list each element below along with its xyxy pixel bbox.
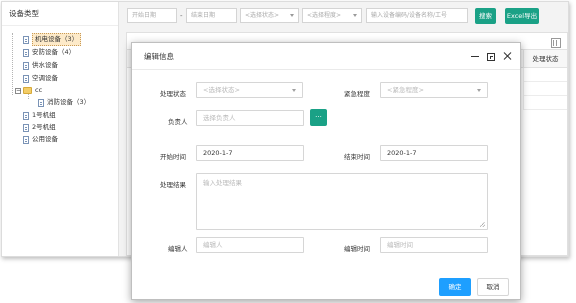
cancel-button[interactable]: 取消 — [477, 278, 509, 296]
tree-item-label: 1号机组 — [32, 111, 56, 119]
start-time-label: 开始时间 — [160, 153, 186, 161]
minimize-icon[interactable] — [470, 51, 480, 61]
resize-grip-icon[interactable] — [480, 222, 485, 227]
urgency-label: 紧急程度 — [344, 90, 370, 98]
editor-input[interactable]: 编辑人 — [196, 237, 304, 253]
table-row[interactable] — [523, 96, 567, 110]
result-label: 处理结果 — [160, 181, 186, 189]
tree-item-label: 供水设备 — [32, 61, 58, 69]
owner-input[interactable]: 选择负责人 — [196, 110, 304, 126]
sidebar: 设备类型 机电设备（3） 安防设备（4） 供水设备 空调设备 − cc 消防设备… — [2, 2, 119, 256]
tree-item-label: 消防设备（3） — [47, 98, 91, 106]
tree-item-electromechanical[interactable]: 机电设备（3） — [23, 33, 82, 46]
file-icon — [23, 48, 29, 57]
owner-label: 负责人 — [168, 118, 188, 126]
tree-item-public[interactable]: 公用设备 — [23, 134, 58, 145]
columns-toggle-icon[interactable] — [551, 38, 561, 48]
end-date-input[interactable]: 结束日期 — [186, 8, 237, 23]
status-select[interactable]: <选择状态> — [240, 8, 299, 23]
editor-label: 编辑人 — [168, 245, 188, 253]
maximize-icon[interactable] — [487, 52, 495, 61]
result-placeholder: 输入处理结果 — [203, 179, 242, 187]
close-icon[interactable] — [502, 51, 512, 61]
tree-item-label: 机电设备（3） — [32, 33, 82, 46]
file-icon — [38, 98, 44, 107]
sidebar-title: 设备类型 — [2, 2, 118, 26]
tree-item-security[interactable]: 安防设备（4） — [23, 47, 75, 58]
file-icon — [23, 135, 29, 144]
keyword-input[interactable]: 输入设备编码/设备名称/工号 — [366, 8, 468, 23]
file-icon — [23, 74, 29, 83]
end-time-label: 结束时间 — [344, 153, 370, 161]
tree-item-label: 安防设备（4） — [32, 48, 76, 56]
tree-item-unit-1[interactable]: 1号机组 — [23, 110, 56, 121]
file-icon — [23, 61, 29, 70]
table-row[interactable] — [523, 68, 567, 82]
date-separator: - — [180, 12, 183, 20]
tree-item-unit-2[interactable]: 2号机组 — [23, 122, 56, 133]
edit-info-dialog: 编辑信息 处理状态 <选择状态> 紧急程度 <紧急程度> 负责人 选择负责人 .… — [131, 42, 521, 300]
tree-item-label: cc — [35, 86, 43, 94]
edit-time-input[interactable]: 编辑时间 — [380, 237, 488, 253]
owner-picker-button[interactable]: ... — [310, 109, 327, 126]
dialog-title: 编辑信息 — [132, 43, 520, 70]
start-time-input[interactable]: 2020-1-7 — [196, 145, 304, 161]
folder-icon — [23, 87, 32, 94]
status-label: 处理状态 — [160, 90, 186, 98]
file-icon — [23, 111, 29, 120]
tree-item-water-supply[interactable]: 供水设备 — [23, 60, 58, 71]
excel-export-button[interactable]: Excel导出 — [505, 8, 539, 24]
tree-item-label: 空调设备 — [32, 74, 58, 82]
tree-item-label: 公用设备 — [32, 135, 58, 143]
edit-time-label: 编辑时间 — [344, 245, 370, 253]
collapse-toggle-icon[interactable]: − — [15, 87, 21, 94]
file-icon — [23, 35, 29, 44]
tree-guide-line — [12, 33, 13, 95]
tree-item-cc[interactable]: − cc — [15, 85, 42, 96]
tree-item-fire-protection[interactable]: 消防设备（3） — [38, 97, 90, 108]
confirm-button[interactable]: 确定 — [439, 278, 471, 296]
column-header-status[interactable]: 处理状态 — [523, 50, 567, 69]
table-row[interactable] — [523, 82, 567, 96]
end-time-input[interactable]: 2020-1-7 — [380, 145, 488, 161]
tree-item-label: 2号机组 — [32, 123, 56, 131]
dialog-window-controls — [470, 51, 512, 61]
tree-item-air-conditioning[interactable]: 空调设备 — [23, 73, 58, 84]
urgency-select[interactable]: <紧急程度> — [380, 82, 488, 98]
result-textarea[interactable]: 输入处理结果 — [196, 173, 488, 230]
status-select[interactable]: <选择状态> — [196, 82, 303, 98]
start-date-input[interactable]: 开始日期 — [127, 8, 177, 23]
file-icon — [23, 123, 29, 132]
level-select[interactable]: <选择程度> — [302, 8, 362, 23]
search-button[interactable]: 搜索 — [475, 8, 496, 24]
